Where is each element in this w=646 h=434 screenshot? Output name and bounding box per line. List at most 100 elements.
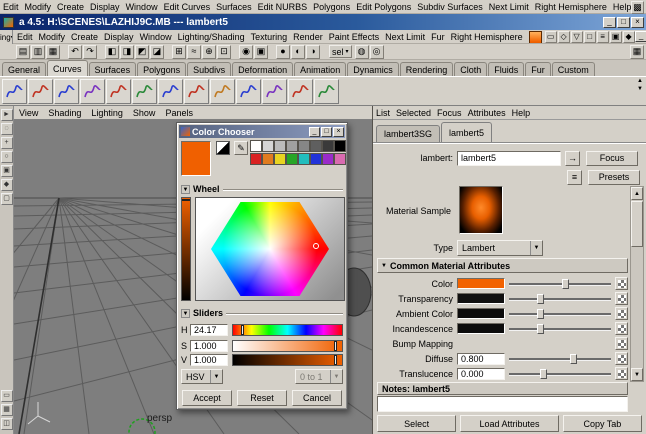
notes-header[interactable]: Notes: lambert5 xyxy=(377,382,628,395)
shelf-tool-button[interactable] xyxy=(132,78,157,104)
shelf-tab[interactable]: Rendering xyxy=(399,62,454,76)
color-wheel-hexagon[interactable] xyxy=(211,202,329,296)
palette-swatch[interactable] xyxy=(298,140,310,152)
menu-item[interactable]: Modify xyxy=(22,2,55,12)
collapse-arrow-icon[interactable]: ▼ xyxy=(181,184,190,194)
attribute-value-input[interactable]: 0.000 xyxy=(457,367,505,380)
menu-item[interactable]: Right Hemisphere xyxy=(532,2,610,12)
menu-item[interactable]: Edit xyxy=(0,2,22,12)
statusline-icon[interactable]: ⊞ xyxy=(172,44,186,59)
panel-menu-item[interactable]: Shading xyxy=(43,108,86,118)
statusline-icon[interactable]: ↶ xyxy=(68,44,82,59)
show-hide-ui-icon[interactable]: ▦ xyxy=(630,44,644,59)
value-value-input[interactable]: 1.000 xyxy=(190,353,228,366)
menu-item[interactable]: Lighting/Shading xyxy=(175,32,248,42)
menu-item[interactable]: Polygons xyxy=(310,2,353,12)
palette-swatch[interactable] xyxy=(250,140,262,152)
menu-item[interactable]: Edit Polygons xyxy=(353,2,414,12)
color-swatch[interactable] xyxy=(457,278,505,289)
statusline-icon[interactable]: ▦ xyxy=(46,44,60,59)
menu-item[interactable]: Focus xyxy=(434,108,465,118)
color-mode-dropdown[interactable]: HSV ▼ xyxy=(181,369,223,384)
palette-swatch[interactable] xyxy=(274,153,286,165)
plugin-toolbar-icon[interactable]: ≡ xyxy=(596,30,609,43)
statusline-icon[interactable]: ▥ xyxy=(31,44,45,59)
menu-item[interactable]: Paint Effects xyxy=(326,32,382,42)
palette-swatch[interactable] xyxy=(250,153,262,165)
tool-icon[interactable]: ► xyxy=(0,109,13,121)
titlebar[interactable]: a 4.5: H:\SCENES\LAZHIJ9C.MB --- lambert… xyxy=(0,14,646,30)
node-name-input[interactable]: lambert5 xyxy=(457,150,561,166)
palette-swatch[interactable] xyxy=(310,140,322,152)
attribute-value-input[interactable]: 0.800 xyxy=(457,352,505,365)
statusline-icon[interactable]: ◩ xyxy=(135,44,149,59)
palette-swatch[interactable] xyxy=(334,153,346,165)
attribute-slider[interactable] xyxy=(509,278,611,290)
shelf-tool-button[interactable] xyxy=(106,78,131,104)
shelf-tool-button[interactable] xyxy=(28,78,53,104)
slider-mar[interactable] xyxy=(334,354,338,365)
shelf-tool-button[interactable] xyxy=(80,78,105,104)
wheel-section-header[interactable]: ▼ Wheel xyxy=(181,183,343,195)
shelf-tool-button[interactable] xyxy=(288,78,313,104)
slider-knob[interactable] xyxy=(536,293,544,304)
statusline-icon[interactable]: ● xyxy=(276,44,290,59)
saturation-value-input[interactable]: 1.000 xyxy=(190,339,228,352)
value-marker[interactable] xyxy=(182,199,190,201)
plugin-toolbar-icon[interactable]: ▭ xyxy=(544,30,557,43)
dialog-minimize-button[interactable]: _ xyxy=(309,126,320,137)
slider-knob[interactable] xyxy=(539,368,547,379)
statusline-icon[interactable]: ≈ xyxy=(187,44,201,59)
palette-swatch[interactable] xyxy=(322,153,334,165)
menu-item[interactable]: Help xyxy=(509,108,534,118)
selection-mask-dropdown[interactable]: sel ▾ xyxy=(329,45,352,58)
eyedropper-icon[interactable]: ✎ xyxy=(234,141,248,155)
statusline-icon[interactable]: ◐ xyxy=(291,44,305,59)
statusline-icon[interactable]: ▣ xyxy=(254,44,268,59)
statusline-icon[interactable]: ◧ xyxy=(105,44,119,59)
statusline-icon[interactable]: ◪ xyxy=(150,44,164,59)
shelf-scroll-up-icon[interactable]: ▲ xyxy=(637,78,643,84)
menu-item[interactable]: Surfaces xyxy=(213,2,255,12)
select-button[interactable]: Select xyxy=(377,415,457,432)
palette-swatch[interactable] xyxy=(334,140,346,152)
shelf-tool-button[interactable] xyxy=(158,78,183,104)
dialog-titlebar[interactable]: Color Chooser _ □ × xyxy=(179,125,345,138)
menu-item[interactable]: Edit Curves xyxy=(161,2,214,12)
copy-tab-button[interactable]: Copy Tab xyxy=(562,415,642,432)
statusline-icon[interactable]: ◨ xyxy=(120,44,134,59)
current-color-swatch[interactable] xyxy=(181,141,211,176)
shelf-tab[interactable]: Polygons xyxy=(137,62,187,76)
node-tab[interactable]: lambert5 xyxy=(441,122,493,142)
layout-icon[interactable]: ▦ xyxy=(0,404,13,416)
value-gradient-bar[interactable] xyxy=(181,197,191,301)
tool-icon[interactable]: ◌ xyxy=(0,123,13,135)
statusline-icon[interactable]: ◑ xyxy=(306,44,320,59)
shelf-tab[interactable]: Deformation xyxy=(232,62,294,76)
statusline-icon[interactable]: ◉ xyxy=(239,44,253,59)
cancel-button[interactable]: Cancel xyxy=(292,390,342,406)
tool-icon[interactable]: ◆ xyxy=(0,179,13,191)
value-slider[interactable] xyxy=(232,353,343,366)
attribute-slider[interactable] xyxy=(509,323,611,335)
presets-button[interactable]: Presets xyxy=(588,169,640,185)
menu-item[interactable]: Texturing xyxy=(248,32,291,42)
menu-item[interactable]: Render xyxy=(290,32,326,42)
tool-icon[interactable]: + xyxy=(0,137,13,149)
close-button[interactable]: × xyxy=(631,16,644,28)
palette-swatch[interactable] xyxy=(286,140,298,152)
palette-swatch[interactable] xyxy=(286,153,298,165)
map-texture-button[interactable] xyxy=(615,367,628,380)
statusline-icon[interactable]: ↷ xyxy=(83,44,97,59)
reset-button[interactable]: Reset xyxy=(237,390,287,406)
shelf-tab[interactable]: Fur xyxy=(525,62,551,76)
dialog-maximize-button[interactable]: □ xyxy=(321,126,332,137)
sphere-select-icon[interactable]: ◍ xyxy=(354,44,369,59)
plugin-toolbar-icon[interactable]: □ xyxy=(583,30,596,43)
palette-swatch[interactable] xyxy=(262,140,274,152)
shelf-tab[interactable]: Subdivs xyxy=(187,62,232,76)
menu-item[interactable]: Create xyxy=(54,2,87,12)
menu-item[interactable]: Create xyxy=(68,32,101,42)
palette-swatch[interactable] xyxy=(262,153,274,165)
map-texture-button[interactable] xyxy=(615,307,628,320)
